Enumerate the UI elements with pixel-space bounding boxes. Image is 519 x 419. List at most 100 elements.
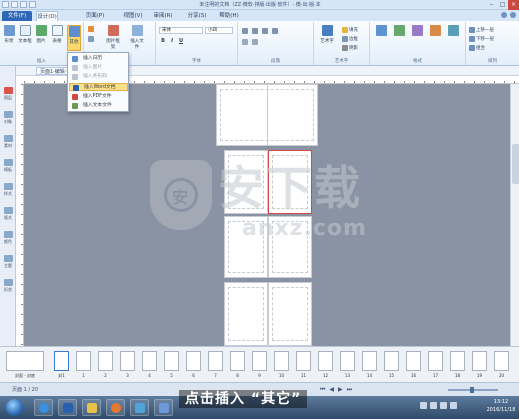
last-page-button[interactable]: ⏭ (347, 386, 352, 394)
tab-design[interactable]: 设计(D) (36, 11, 58, 21)
align-right-button[interactable] (262, 27, 268, 34)
rail-item-layout[interactable]: 版式 (1, 206, 15, 221)
thumbnail-page[interactable] (252, 351, 267, 371)
forward-button[interactable]: 上移一层 (469, 26, 494, 33)
effects-format-button[interactable] (410, 25, 424, 51)
line-button[interactable]: 边框 (342, 35, 358, 42)
thumbnail-page[interactable] (186, 351, 201, 371)
thumbnail-page[interactable] (472, 351, 487, 371)
thumbnail-page[interactable] (318, 351, 333, 371)
minimize-button[interactable]: – (486, 0, 497, 10)
fill-button[interactable]: 填充 (342, 26, 358, 33)
zoom-slider[interactable] (448, 387, 498, 393)
rail-item-theme[interactable]: 主题 (1, 254, 15, 269)
thumbnail-page[interactable] (406, 351, 421, 371)
outline-format-button[interactable] (392, 25, 406, 51)
table-button[interactable]: 表格 (50, 25, 64, 51)
italic-button[interactable]: I (168, 38, 176, 45)
thumbnail-page[interactable] (296, 351, 311, 371)
close-button[interactable]: × (508, 0, 519, 10)
picture-frame-button[interactable]: 图片框架 (106, 25, 120, 51)
page-left-3[interactable] (224, 282, 268, 346)
rail-item-materials[interactable]: 素材 (1, 134, 15, 149)
taskbar-word[interactable] (58, 399, 77, 416)
backward-button[interactable]: 下移一层 (469, 35, 494, 42)
align-left-button[interactable] (242, 27, 248, 34)
thumbnail-page[interactable] (340, 351, 355, 371)
thumbnail-page[interactable] (6, 351, 44, 371)
vertical-scrollbar[interactable] (510, 84, 519, 346)
rail-item-styles[interactable]: 样式 (1, 182, 15, 197)
artword-button[interactable]: 艺术字 (318, 25, 336, 51)
menu-item-insert-calendar[interactable]: 插入日历 (69, 55, 128, 63)
style-format-button[interactable] (428, 25, 442, 51)
taskbar-media[interactable] (106, 399, 125, 416)
volume-icon[interactable] (430, 402, 437, 409)
zoom-thumb[interactable] (470, 387, 474, 393)
image-button[interactable]: 图片 (34, 25, 48, 51)
next-page-button[interactable]: ▶ (338, 386, 343, 394)
taskbar-app-2[interactable] (154, 399, 173, 416)
tab-page[interactable]: 页面(P) (84, 11, 106, 21)
tab-view[interactable]: 视图(V) (122, 11, 144, 21)
textbox-button[interactable]: 文本框 (18, 25, 32, 51)
shadow-button[interactable]: 阴影 (342, 44, 358, 51)
page-right-3[interactable] (268, 282, 312, 346)
taskbar-clock[interactable]: 13:12 2016/11/18 (484, 398, 518, 414)
redo-icon[interactable] (29, 1, 36, 8)
rail-item-objects[interactable]: 对象 (1, 110, 15, 125)
prev-page-button[interactable]: ◀ (329, 386, 334, 394)
taskbar-app-1[interactable] (130, 399, 149, 416)
thumbnail-page[interactable] (384, 351, 399, 371)
first-page-button[interactable]: ⏮ (320, 386, 325, 394)
rail-item-templates[interactable]: 模板 (1, 158, 15, 173)
maximize-button[interactable]: □ (497, 0, 508, 10)
font-name-select[interactable]: 宋体 (159, 27, 203, 34)
thumbnail-page[interactable] (362, 351, 377, 371)
underline-button[interactable]: U (177, 38, 185, 45)
align-center-button[interactable] (252, 27, 258, 34)
insert-file-button[interactable]: 插入文件 (130, 25, 144, 51)
thumbnail-page[interactable] (76, 351, 91, 371)
taskbar-ie[interactable] (34, 399, 53, 416)
tab-review[interactable]: 审阅(R) (152, 11, 174, 21)
font-size-select[interactable]: 小四 (205, 27, 233, 34)
draw-button[interactable]: 形状 (2, 25, 16, 51)
thumbnail-page[interactable] (142, 351, 157, 371)
tab-file[interactable]: 文件(F) (2, 11, 32, 21)
ime-icon[interactable] (440, 402, 447, 409)
page-spread-cover[interactable] (216, 84, 318, 146)
align-button[interactable] (88, 35, 94, 42)
thumbnail-page[interactable] (494, 351, 509, 371)
menu-item-insert-image[interactable]: 插入图片 (69, 64, 128, 72)
thumbnail-page[interactable] (208, 351, 223, 371)
thumbnail-page[interactable] (120, 351, 135, 371)
numbering-button[interactable] (252, 38, 258, 45)
thumbnail-page[interactable] (98, 351, 113, 371)
thumbnail-page[interactable] (428, 351, 443, 371)
tab-help[interactable]: 帮助(H) (218, 11, 240, 21)
rail-item-layers[interactable]: 图层 (1, 86, 15, 101)
menu-item-insert-word[interactable]: 插入Word文档 (69, 83, 128, 91)
settings-icon[interactable] (510, 12, 516, 18)
thumbnail-page[interactable] (274, 351, 289, 371)
fill-format-button[interactable] (374, 25, 388, 51)
text-a-button[interactable] (88, 25, 94, 32)
menu-item-insert-barcode[interactable]: 插入条形码 (69, 73, 128, 81)
network-icon[interactable] (420, 402, 427, 409)
tab-share[interactable]: 分享(S) (186, 11, 208, 21)
thumbnail-page[interactable] (230, 351, 245, 371)
start-button[interactable] (6, 399, 23, 416)
taskbar-explorer[interactable] (82, 399, 101, 416)
bold-button[interactable]: B (159, 38, 167, 45)
group-objects-button[interactable]: 组合 (469, 44, 485, 51)
help-icon[interactable] (501, 12, 507, 18)
menu-item-insert-pdf[interactable]: 插入PDF文件 (69, 93, 128, 101)
notification-icon[interactable] (450, 402, 457, 409)
other-button[interactable]: 其他 (67, 25, 81, 51)
save-icon[interactable] (11, 1, 18, 8)
theme-format-button[interactable] (446, 25, 460, 51)
justify-button[interactable] (272, 27, 278, 34)
rail-item-shapes[interactable]: 形状 (1, 278, 15, 293)
app-icon[interactable] (2, 1, 9, 8)
